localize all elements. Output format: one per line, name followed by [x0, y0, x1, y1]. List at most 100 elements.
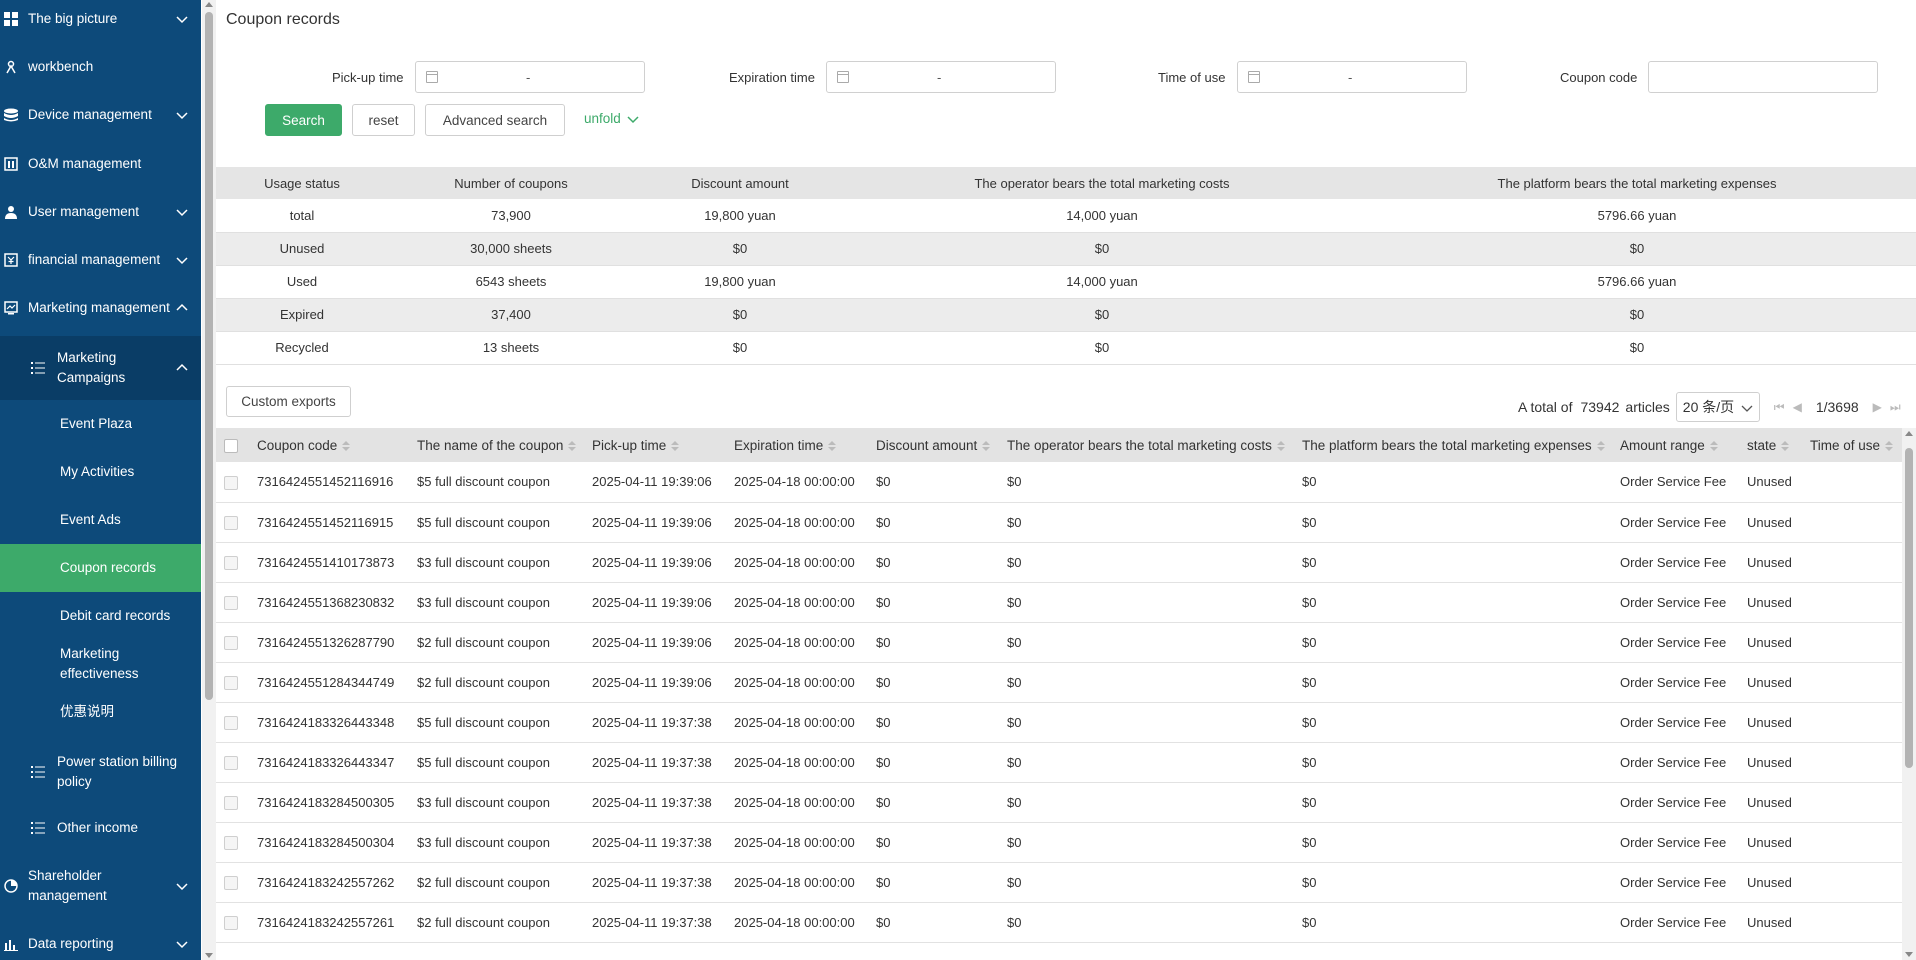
row-checkbox[interactable] — [224, 515, 238, 530]
row-select-cell[interactable] — [216, 782, 249, 823]
table-cell: 2025-04-18 00:00:00 — [726, 902, 868, 943]
scroll-up-arrow-icon[interactable] — [1905, 431, 1913, 436]
table-row[interactable]: 7316424183284500305 $3 full discount coup… — [216, 782, 1902, 823]
sort-icon[interactable] — [982, 440, 991, 451]
row-checkbox[interactable] — [224, 555, 238, 570]
sort-icon[interactable] — [568, 440, 577, 451]
column-header-pickup-time[interactable]: Pick-up time — [584, 428, 726, 462]
expiration-time-range-input[interactable]: - — [826, 61, 1056, 93]
sidebar-scrollbar[interactable] — [202, 0, 216, 960]
row-select-cell[interactable] — [216, 862, 249, 903]
select-all-checkbox[interactable] — [224, 438, 238, 453]
sort-icon[interactable] — [1596, 440, 1605, 451]
search-button[interactable]: Search — [265, 104, 342, 136]
column-header-coupon-code[interactable]: Coupon code — [249, 428, 409, 462]
page-size-select[interactable]: 20 条/页 — [1675, 392, 1760, 422]
row-checkbox[interactable] — [224, 755, 238, 770]
row-checkbox[interactable] — [224, 795, 238, 810]
sidebar-item-financial-management[interactable]: financial management — [0, 248, 201, 272]
sidebar-item-om-management[interactable]: O&M management — [0, 152, 201, 176]
scroll-down-arrow-icon[interactable] — [1905, 952, 1913, 957]
sidebar-item-device-management[interactable]: Device management — [0, 103, 201, 127]
sidebar-item-coupon-records[interactable]: Coupon records — [0, 544, 201, 592]
table-row[interactable]: 7316424551410173873 $3 full discount coup… — [216, 542, 1902, 583]
row-checkbox[interactable] — [224, 715, 238, 730]
table-row[interactable]: 7316424183326443347 $5 full discount coup… — [216, 742, 1902, 783]
sort-icon[interactable] — [1276, 440, 1285, 451]
row-select-cell[interactable] — [216, 902, 249, 943]
sidebar-item-workbench[interactable]: workbench — [0, 55, 201, 79]
column-header-expiration-time[interactable]: Expiration time — [726, 428, 868, 462]
sort-icon[interactable] — [1885, 440, 1894, 451]
table-row[interactable]: 7316424183284500304 $3 full discount coup… — [216, 822, 1902, 863]
sidebar-item-data-reporting[interactable]: Data reporting — [0, 932, 201, 956]
row-checkbox[interactable] — [224, 475, 238, 490]
prev-page-icon[interactable]: ◀ — [1793, 400, 1802, 414]
sidebar-item-power-station-billing-policy[interactable]: Power station billing policy — [0, 740, 201, 804]
row-checkbox[interactable] — [224, 675, 238, 690]
sidebar-item-user-management[interactable]: User management — [0, 200, 201, 224]
row-select-cell[interactable] — [216, 822, 249, 863]
row-select-cell[interactable] — [216, 462, 249, 503]
row-checkbox[interactable] — [224, 875, 238, 890]
row-checkbox[interactable] — [224, 915, 238, 930]
row-select-cell[interactable] — [216, 502, 249, 543]
pickup-time-range-input[interactable]: - — [415, 61, 645, 93]
column-header-platform-expenses[interactable]: The platform bears the total marketing e… — [1294, 428, 1612, 462]
scroll-down-arrow-icon[interactable] — [205, 953, 213, 958]
sidebar-item-my-activities[interactable]: My Activities — [0, 448, 201, 496]
table-row[interactable]: 7316424183242557261 $2 full discount coup… — [216, 902, 1902, 943]
last-page-icon[interactable]: ⏭ — [1890, 400, 1901, 415]
sidebar-item-event-plaza[interactable]: Event Plaza — [0, 400, 201, 448]
column-header-state[interactable]: state — [1739, 428, 1802, 462]
column-header-operator-costs[interactable]: The operator bears the total marketing c… — [999, 428, 1294, 462]
sidebar-item-discount-description[interactable]: 优惠说明 — [0, 688, 201, 736]
sidebar-item-marketing-campaigns[interactable]: Marketing Campaigns — [0, 336, 201, 400]
sidebar-item-marketing-management[interactable]: Marketing management — [0, 296, 201, 320]
table-row[interactable]: 7316424551368230832 $3 full discount coup… — [216, 582, 1902, 623]
time-of-use-range-input[interactable]: - — [1237, 61, 1467, 93]
coupon-code-input[interactable] — [1648, 61, 1878, 93]
row-select-cell[interactable] — [216, 662, 249, 703]
reset-button[interactable]: reset — [352, 104, 415, 136]
select-all-cell[interactable] — [216, 428, 249, 462]
unfold-toggle[interactable]: unfold — [584, 111, 639, 126]
sort-icon[interactable] — [828, 440, 837, 451]
column-header-time-of-use[interactable]: Time of use — [1802, 428, 1902, 462]
sidebar-item-marketing-effectiveness[interactable]: Marketing effectiveness — [0, 640, 201, 688]
table-row[interactable]: 7316424183242557262 $2 full discount coup… — [216, 862, 1902, 903]
sort-icon[interactable] — [1709, 440, 1718, 451]
table-row[interactable]: 7316424183326443348 $5 full discount coup… — [216, 702, 1902, 743]
scroll-up-arrow-icon[interactable] — [205, 2, 213, 7]
row-select-cell[interactable] — [216, 702, 249, 743]
sidebar-item-event-ads[interactable]: Event Ads — [0, 496, 201, 544]
table-row[interactable]: 7316424551326287790 $2 full discount coup… — [216, 622, 1902, 663]
column-header-discount-amount[interactable]: Discount amount — [868, 428, 999, 462]
table-scrollbar[interactable] — [1902, 428, 1916, 960]
sidebar-item-debit-card-records[interactable]: Debit card records — [0, 592, 201, 640]
row-select-cell[interactable] — [216, 542, 249, 583]
column-header-amount-range[interactable]: Amount range — [1612, 428, 1739, 462]
next-page-icon[interactable]: ▶ — [1873, 400, 1882, 414]
first-page-icon[interactable]: ⏮ — [1774, 400, 1785, 415]
sidebar-item-other-income[interactable]: Other income — [0, 810, 201, 846]
row-select-cell[interactable] — [216, 582, 249, 623]
table-row[interactable]: 7316424551452116916 $5 full discount coup… — [216, 462, 1902, 503]
row-select-cell[interactable] — [216, 622, 249, 663]
scrollbar-thumb[interactable] — [205, 12, 213, 700]
custom-exports-button[interactable]: Custom exports — [226, 386, 351, 417]
row-select-cell[interactable] — [216, 742, 249, 783]
column-header-coupon-name[interactable]: The name of the coupon — [409, 428, 584, 462]
table-row[interactable]: 7316424551284344749 $2 full discount coup… — [216, 662, 1902, 703]
row-checkbox[interactable] — [224, 635, 238, 650]
sort-icon[interactable] — [671, 440, 680, 451]
sort-icon[interactable] — [1781, 440, 1790, 451]
row-checkbox[interactable] — [224, 595, 238, 610]
table-row[interactable]: 7316424551452116915 $5 full discount coup… — [216, 502, 1902, 543]
advanced-search-button[interactable]: Advanced search — [425, 104, 565, 136]
sidebar-item-shareholder-management[interactable]: Shareholder management — [0, 860, 201, 912]
row-checkbox[interactable] — [224, 835, 238, 850]
sort-icon[interactable] — [342, 440, 351, 451]
scrollbar-thumb[interactable] — [1905, 448, 1913, 768]
sidebar-item-big-picture[interactable]: The big picture — [0, 7, 201, 31]
